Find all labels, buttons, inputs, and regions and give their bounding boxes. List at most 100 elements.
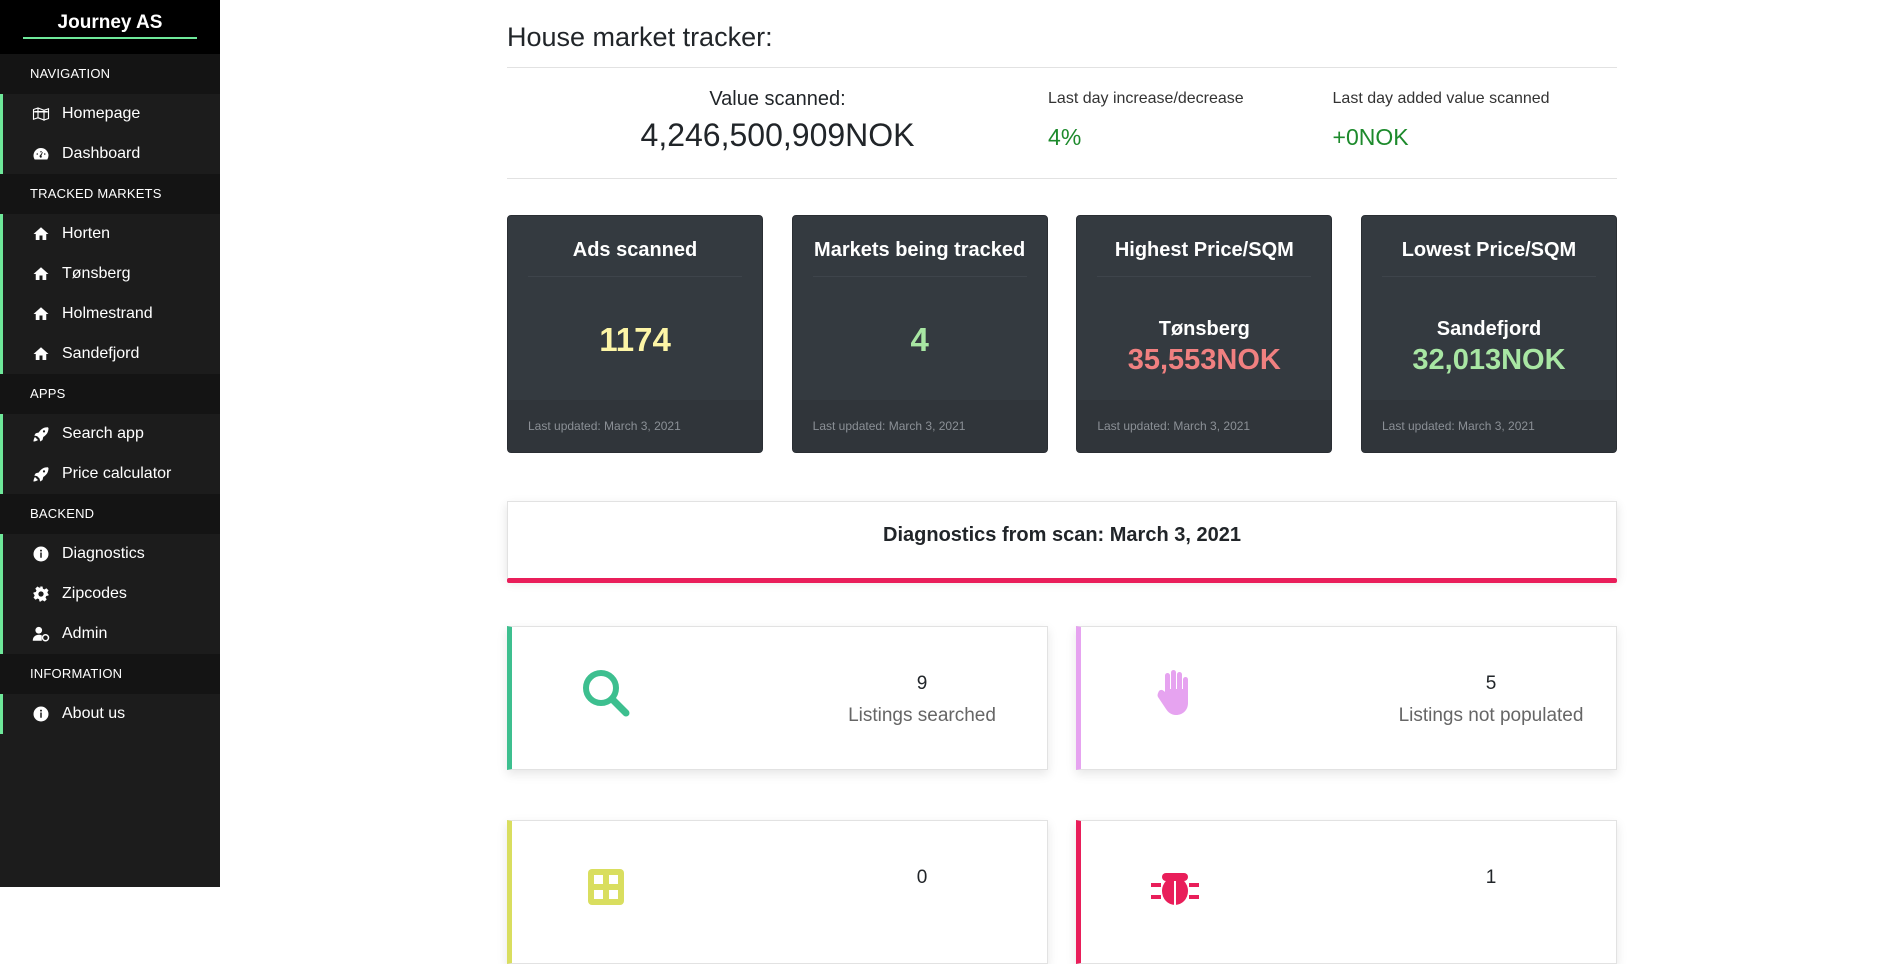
sidebar-item-label: Sandefjord	[62, 345, 140, 362]
stat-value: 5	[1485, 673, 1497, 694]
sidebar-item-search-app[interactable]: Search app	[0, 414, 220, 454]
section-heading-information: INFORMATION	[0, 654, 220, 694]
section-heading-backend: BACKEND	[0, 494, 220, 534]
stat-value: 0	[916, 867, 928, 888]
sidebar-item-label: Search app	[62, 425, 144, 442]
sidebar-item-label: Tønsberg	[62, 265, 131, 282]
sidebar-item-dashboard[interactable]: Dashboard	[0, 134, 220, 174]
sidebar-item-tonsberg[interactable]: Tønsberg	[0, 254, 220, 294]
stat-bugs: 1	[1076, 820, 1617, 964]
divider	[1381, 276, 1596, 277]
map-icon	[30, 105, 52, 123]
card-value: 1174	[599, 321, 671, 358]
brand-header: Journey AS	[0, 0, 220, 54]
sidebar-item-zipcodes[interactable]: Zipcodes	[0, 574, 220, 614]
stat-cards: Ads scanned 1174 Last updated: March 3, …	[507, 215, 1617, 453]
diagnostic-stats: 9 Listings searched 5 Listings not popul…	[507, 626, 1617, 964]
card-footer: Last updated: March 3, 2021	[792, 400, 1047, 452]
card-price: 32,013NOK	[1412, 344, 1566, 376]
sidebar-item-sandefjord[interactable]: Sandefjord	[0, 334, 220, 374]
stat-value: 9	[916, 673, 928, 694]
section-heading-tracked-markets: TRACKED MARKETS	[0, 174, 220, 214]
card-title: Lowest Price/SQM	[1401, 239, 1577, 261]
sidebar-item-label: Price calculator	[62, 465, 172, 482]
daily-change-block: Last day increase/decrease 4%	[1048, 68, 1332, 178]
sidebar-item-label: Horten	[62, 225, 111, 242]
hand-icon	[1149, 667, 1201, 719]
home-icon	[30, 305, 52, 323]
card-footer: Last updated: March 3, 2021	[508, 400, 762, 452]
sidebar-item-label: About us	[62, 705, 126, 722]
daily-change-value: 4%	[1048, 124, 1082, 150]
info-icon	[30, 545, 52, 563]
value-scanned-block: Value scanned: 4,246,500,909NOK	[507, 68, 1048, 178]
home-icon	[30, 345, 52, 363]
sidebar: Journey AS NAVIGATION Homepage Dashboard…	[0, 0, 220, 887]
sidebar-item-label: Holmestrand	[62, 305, 153, 322]
brand-title[interactable]: Journey AS	[23, 12, 197, 39]
stat-label: Listings not populated	[1398, 705, 1584, 726]
diagnostics-accent-bar	[507, 578, 1617, 583]
rocket-icon	[30, 465, 52, 483]
daily-added-block: Last day added value scanned +0NOK	[1333, 68, 1617, 178]
sidebar-item-horten[interactable]: Horten	[0, 214, 220, 254]
daily-change-label: Last day increase/decrease	[1048, 90, 1244, 107]
section-heading-apps: APPS	[0, 374, 220, 414]
sidebar-item-label: Homepage	[62, 105, 141, 122]
card-ads-scanned: Ads scanned 1174 Last updated: March 3, …	[507, 215, 763, 453]
info-icon	[30, 705, 52, 723]
card-title: Ads scanned	[572, 239, 698, 261]
section-heading-navigation: NAVIGATION	[0, 54, 220, 94]
grid-icon	[580, 861, 632, 913]
value-scanned-amount: 4,246,500,909NOK	[640, 117, 915, 153]
home-icon	[30, 265, 52, 283]
sidebar-item-label: Admin	[62, 625, 108, 642]
page-title: House market tracker:	[507, 22, 773, 52]
sidebar-item-price-calculator[interactable]: Price calculator	[0, 454, 220, 494]
user-cog-icon	[30, 625, 52, 643]
sidebar-item-label: Diagnostics	[62, 545, 145, 562]
value-scanned-label: Value scanned:	[709, 88, 846, 110]
home-icon	[30, 225, 52, 243]
card-highest-price: Highest Price/SQM Tønsberg 35,553NOK Las…	[1076, 215, 1333, 453]
stat-text: 9 Listings searched	[812, 673, 1032, 727]
card-price: 35,553NOK	[1127, 344, 1281, 376]
card-title: Highest Price/SQM	[1114, 239, 1294, 261]
sidebar-item-label: Dashboard	[62, 145, 141, 162]
sidebar-item-label: Zipcodes	[62, 585, 127, 602]
card-lowest-price: Lowest Price/SQM Sandefjord 32,013NOK La…	[1360, 215, 1617, 453]
rocket-icon	[30, 425, 52, 443]
divider	[812, 276, 1027, 277]
card-footer: Last updated: March 3, 2021	[1361, 400, 1616, 452]
main-content: House market tracker: Value scanned: 4,2…	[507, 0, 1617, 964]
sidebar-item-admin[interactable]: Admin	[0, 614, 220, 654]
sidebar-item-about-us[interactable]: About us	[0, 694, 220, 734]
gear-icon	[30, 585, 52, 603]
stat-grid: 0	[507, 820, 1048, 964]
bug-icon	[1149, 861, 1201, 913]
summary-row: Value scanned: 4,246,500,909NOK Last day…	[507, 68, 1617, 178]
card-footer: Last updated: March 3, 2021	[1077, 400, 1332, 452]
card-value: 4	[910, 321, 929, 358]
stat-label: Listings searched	[848, 705, 996, 726]
sidebar-item-homepage[interactable]: Homepage	[0, 94, 220, 134]
daily-added-value: +0NOK	[1332, 124, 1409, 150]
sidebar-item-holmestrand[interactable]: Holmestrand	[0, 294, 220, 334]
daily-added-label: Last day added value scanned	[1332, 90, 1550, 107]
gauge-icon	[30, 145, 52, 163]
divider	[528, 276, 742, 277]
card-markets-tracked: Markets being tracked 4 Last updated: Ma…	[791, 215, 1048, 453]
diagnostics-header: Diagnostics from scan: March 3, 2021	[507, 501, 1617, 583]
stat-listings-searched: 9 Listings searched	[507, 626, 1048, 770]
card-city: Tønsberg	[1158, 318, 1250, 340]
card-title: Markets being tracked	[814, 239, 1026, 261]
stat-text: 1	[1381, 867, 1601, 899]
stat-text: 0	[812, 867, 1032, 899]
stat-listings-not-populated: 5 Listings not populated	[1076, 626, 1617, 770]
sidebar-item-diagnostics[interactable]: Diagnostics	[0, 534, 220, 574]
stat-text: 5 Listings not populated	[1381, 673, 1601, 727]
divider	[1097, 276, 1312, 277]
search-icon	[580, 667, 632, 719]
divider	[507, 178, 1617, 179]
diagnostics-title: Diagnostics from scan: March 3, 2021	[883, 524, 1241, 546]
